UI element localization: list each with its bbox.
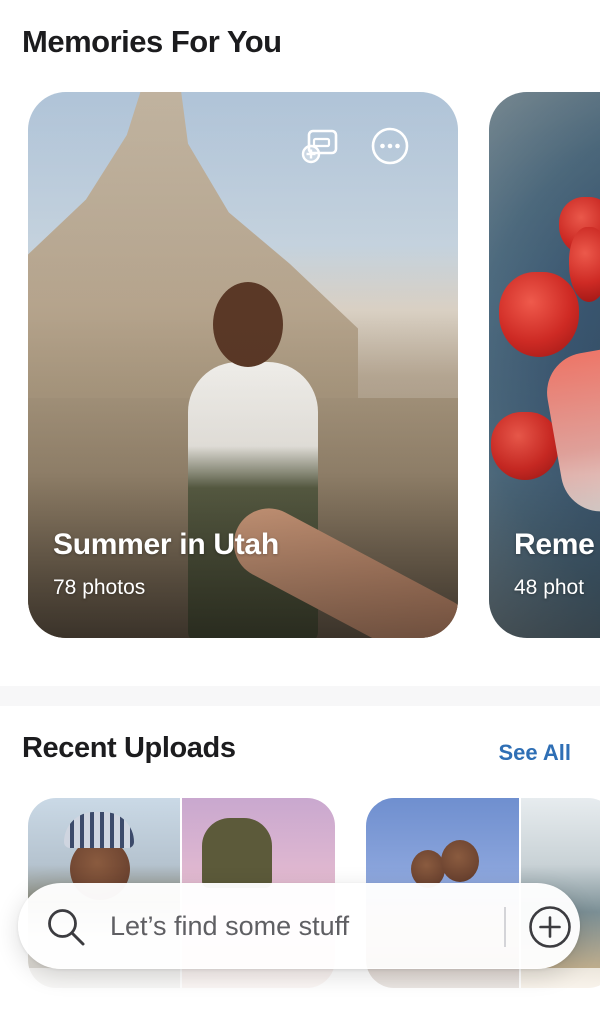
- recent-uploads-title: Recent Uploads: [22, 732, 236, 764]
- memories-title: Memories For You: [22, 24, 282, 59]
- memory-card-summer-in-utah[interactable]: Summer in Utah 78 photos: [28, 92, 458, 638]
- memory-photo-count: 48 phot: [514, 576, 585, 599]
- add-to-album-button[interactable]: [300, 126, 340, 166]
- more-options-icon: [371, 127, 409, 165]
- search-icon: [48, 909, 85, 946]
- memory-card-second[interactable]: Reme 48 phot: [489, 92, 600, 638]
- add-button[interactable]: [528, 905, 572, 949]
- photos-home-screen: Memories For You Summer in Utah 78 photo…: [0, 0, 600, 1015]
- memory-title: Reme: [514, 528, 595, 561]
- see-all-link[interactable]: See All: [498, 740, 571, 766]
- memory-title: Summer in Utah: [53, 528, 279, 561]
- memory-card-actions: [300, 126, 410, 166]
- add-circle-icon: [529, 906, 571, 948]
- search-input[interactable]: [110, 907, 490, 945]
- add-to-album-icon: [301, 129, 338, 164]
- search-divider: [504, 907, 506, 947]
- more-options-button[interactable]: [370, 126, 410, 166]
- search-bar: [18, 883, 580, 969]
- memories-section: Memories For You Summer in Utah 78 photo…: [0, 0, 600, 686]
- memory-photo-count: 78 photos: [53, 576, 146, 599]
